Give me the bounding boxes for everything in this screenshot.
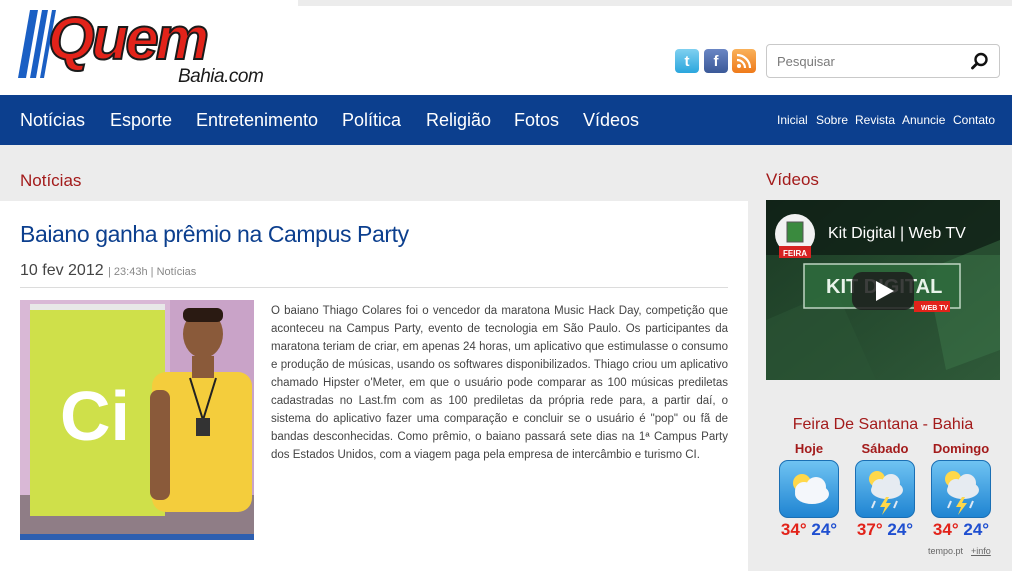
nav-item-videos[interactable]: Vídeos [583,110,639,131]
storm-sun-icon [931,460,991,518]
nav-link-inicial[interactable]: Inicial [777,113,808,127]
twitter-glyph: t [684,52,690,70]
weather-temps-sabado: 37° 24° [847,520,923,540]
logo-word: Quem [47,4,210,73]
temp-min: 24° [811,520,838,539]
weather-temps-domingo: 34° 24° [923,520,999,540]
facebook-glyph: f [713,52,719,70]
rss-glyph [736,53,752,69]
page: Quem Bahia.com t f Notícias Esporte Entr… [0,0,1012,571]
article-body: O baiano Thiago Colares foi o vencedor d… [271,305,728,461]
search-icon[interactable] [971,52,989,70]
search-input[interactable] [777,51,967,71]
video-title: Kit Digital | Web TV [828,225,966,242]
section-title[interactable]: Notícias [20,171,81,191]
video-screen-tag: WEB TV [921,305,949,312]
nav-item-religiao[interactable]: Religião [426,110,491,131]
nav-item-entretenimento[interactable]: Entretenimento [196,110,318,131]
cloudy-sun-icon [779,460,839,518]
divider [20,287,728,288]
nav-link-contato[interactable]: Contato [953,113,995,127]
banner-sign: Ci [60,377,130,455]
weather-day-hoje: Hoje [794,441,824,456]
nav-item-noticias[interactable]: Notícias [20,110,85,131]
nav-link-anuncie[interactable]: Anuncie [902,113,945,127]
article-photo: Ci [20,300,254,540]
article-category-link[interactable]: Notícias [157,266,197,278]
weather-location: Feira De Santana - Bahia [792,416,974,433]
weather-more-link[interactable]: +info [971,546,991,556]
nav-item-esporte[interactable]: Esporte [110,110,172,131]
video-thumbnail: KIT DIGITAL WEB TV FEIRA Kit Digital | W… [766,200,1000,380]
article-meta: | 23:43h | Notícias [108,266,197,278]
play-icon[interactable] [852,272,914,310]
search-box[interactable] [766,44,1000,78]
weather-temps-hoje: 34° 24° [771,520,847,540]
top-strip [298,0,1012,6]
temp-max: 37° [856,520,883,539]
weather-day-sabado: Sábado [861,441,909,456]
temp-min: 24° [887,520,914,539]
weather-day-domingo: Domingo [932,441,990,456]
nav-link-revista[interactable]: Revista [855,113,895,127]
temp-max: 34° [932,520,959,539]
nav-link-sobre[interactable]: Sobre [816,113,848,127]
site-logo[interactable]: Quem Bahia.com [18,4,288,90]
weather-source-link[interactable]: tempo.pt [928,546,963,556]
nav-item-fotos[interactable]: Fotos [514,110,559,131]
temp-min: 24° [963,520,990,539]
logo-subtitle: Bahia.com [178,66,264,87]
article-headline: Baiano ganha prêmio na Campus Party [20,221,409,247]
nav-item-politica[interactable]: Política [342,110,401,131]
storm-sun-icon [855,460,915,518]
photo-illustration: Ci [20,300,254,540]
video-player[interactable]: KIT DIGITAL WEB TV FEIRA Kit Digital | W… [766,200,1000,380]
main-nav: Notícias Esporte Entretenimento Política… [0,95,1012,145]
videos-title[interactable]: Vídeos [766,170,819,190]
article-time: 23:43h [113,266,148,278]
channel-badge: FEIRA [783,249,807,258]
article-date: 10 fev 2012 [20,262,104,279]
rss-icon[interactable] [732,49,756,73]
twitter-icon[interactable]: t [675,49,699,73]
facebook-icon[interactable]: f [704,49,728,73]
temp-max: 34° [780,520,807,539]
